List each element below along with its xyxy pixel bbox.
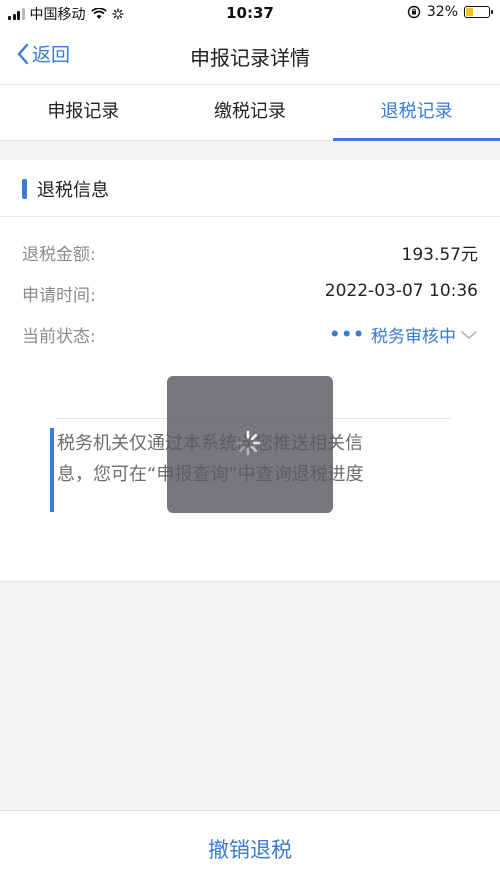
loading-spinner-icon	[235, 430, 261, 456]
battery-fill	[466, 8, 473, 16]
status-bar: 中国移动 10:37 32%	[0, 0, 500, 26]
apply-time-value: 2022-03-07 10:36	[324, 281, 478, 301]
tab-bar: 申报记录 缴税记录 退税记录	[0, 84, 500, 141]
refund-amount-value: 193.57元	[401, 245, 478, 265]
battery-icon	[464, 6, 493, 18]
current-status-value: 税务审核中	[371, 327, 456, 347]
refund-info-card: 退税信息 退税金额: 193.57元 申请时间: 2022-03-07 10:3…	[0, 160, 500, 582]
tab-tax-refund-records[interactable]: 退税记录	[333, 85, 500, 141]
tab-tax-payment-records[interactable]: 缴税记录	[167, 85, 334, 140]
in-progress-dots-icon: •••	[329, 324, 365, 345]
orientation-lock-icon	[407, 5, 421, 19]
bottom-action-bar: 撤销退税	[0, 810, 500, 889]
section-header: 退税信息	[22, 176, 109, 202]
refund-amount-label: 退税金额:	[22, 245, 96, 265]
current-status-label: 当前状态:	[22, 327, 96, 347]
loading-overlay	[167, 376, 333, 513]
chevron-down-icon	[461, 330, 477, 339]
nav-bar: 返回 申报记录详情	[0, 26, 500, 84]
battery-percent: 32%	[426, 4, 458, 20]
section-title: 退税信息	[37, 180, 109, 201]
tab-declaration-records[interactable]: 申报记录	[0, 85, 167, 140]
section-divider	[0, 216, 500, 217]
section-accent-bar	[22, 179, 27, 199]
status-dropdown[interactable]: ••• 税务审核中	[329, 322, 478, 347]
status-right: 32%	[407, 4, 493, 20]
apply-time-label: 申请时间:	[22, 286, 96, 306]
page-title: 申报记录详情	[190, 46, 310, 70]
cancel-refund-button[interactable]: 撤销退税	[0, 834, 500, 864]
